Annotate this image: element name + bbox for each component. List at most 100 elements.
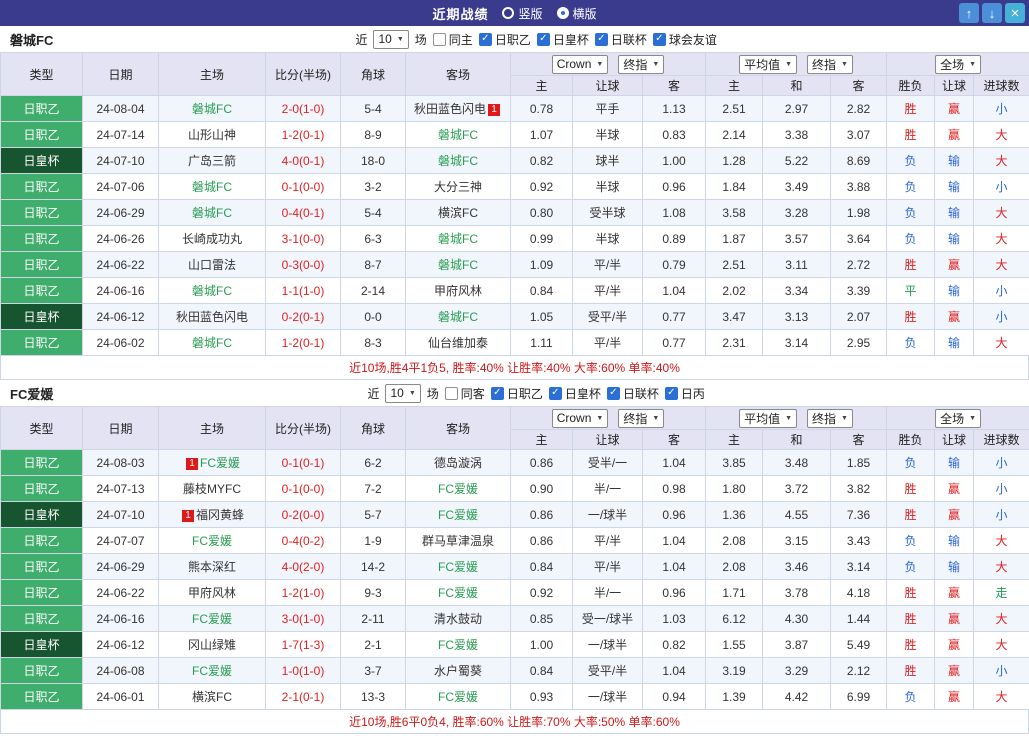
match-row: 日职乙24-08-031FC爱媛0-1(0-1)6-2德岛漩涡0.86受半/一1… xyxy=(1,450,1029,476)
result-goals-cell: 小 xyxy=(974,502,1029,528)
corner-cell: 6-3 xyxy=(341,226,406,252)
odds-source-select[interactable]: Crown▼ xyxy=(552,55,609,74)
result-outcome-cell: 胜 xyxy=(887,252,935,278)
avg-time-select-value: 终指 xyxy=(812,56,836,73)
odds-handicap-cell: 受半球 xyxy=(573,200,643,226)
avg-home-cell: 1.80 xyxy=(706,476,763,502)
competition-filter[interactable]: ✓日皇杯 xyxy=(549,385,601,402)
scroll-down-button[interactable]: ↓ xyxy=(982,3,1002,23)
competition-filter[interactable]: ✓日职乙 xyxy=(479,31,531,48)
match-count-select[interactable]: 10▼ xyxy=(373,30,408,49)
corner-cell: 8-9 xyxy=(341,122,406,148)
odds-handicap-cell: 平/半 xyxy=(573,252,643,278)
corner-cell: 5-7 xyxy=(341,502,406,528)
same-venue-checkbox[interactable] xyxy=(445,387,458,400)
competition-checkbox[interactable]: ✓ xyxy=(479,33,492,46)
competition-checkbox[interactable]: ✓ xyxy=(491,387,504,400)
competition-checkbox[interactable]: ✓ xyxy=(653,33,666,46)
check-icon: ✓ xyxy=(481,34,489,44)
odds-header-group: Crown▼ 终指▼ xyxy=(511,407,706,430)
result-handicap-cell: 输 xyxy=(935,174,974,200)
same-venue-filter[interactable]: 同主 xyxy=(433,31,473,48)
result-handicap-cell: 输 xyxy=(935,450,974,476)
competition-filter[interactable]: ✓球会友谊 xyxy=(653,31,717,48)
column-subheader: 客 xyxy=(643,76,706,96)
league-cell: 日职乙 xyxy=(1,278,83,304)
home-team-cell: 长崎成功丸 xyxy=(159,226,266,252)
column-header: 主场 xyxy=(159,53,266,96)
away-team-name: 横滨FC xyxy=(438,206,478,220)
avg-source-select[interactable]: 平均值▼ xyxy=(739,55,797,74)
near-label: 近 xyxy=(355,31,367,48)
check-icon: ✓ xyxy=(655,34,663,44)
result-handicap-cell: 输 xyxy=(935,330,974,356)
close-button[interactable]: × xyxy=(1005,3,1025,23)
competition-filter[interactable]: ✓日联杯 xyxy=(607,385,659,402)
column-header: 客场 xyxy=(406,407,511,450)
competition-label: 日皇杯 xyxy=(565,385,601,402)
competition-checkbox[interactable]: ✓ xyxy=(595,33,608,46)
match-count-select-value: 10 xyxy=(390,386,403,400)
avg-home-cell: 3.19 xyxy=(706,658,763,684)
result-handicap-cell: 赢 xyxy=(935,252,974,278)
same-venue-label: 同主 xyxy=(449,31,473,48)
layout-horizontal-radio[interactable]: 横版 xyxy=(557,5,597,22)
scope-select[interactable]: 全场▼ xyxy=(935,409,981,428)
score-cell: 1-0(1-0) xyxy=(266,658,341,684)
column-subheader: 主 xyxy=(511,76,573,96)
same-venue-checkbox[interactable] xyxy=(433,33,446,46)
date-cell: 24-08-03 xyxy=(83,450,159,476)
avg-header-group: 平均值▼ 终指▼ xyxy=(706,53,887,76)
scroll-up-button[interactable]: ↑ xyxy=(959,3,979,23)
date-cell: 24-07-06 xyxy=(83,174,159,200)
avg-time-select[interactable]: 终指▼ xyxy=(807,55,853,74)
competition-checkbox[interactable]: ✓ xyxy=(537,33,550,46)
result-handicap-cell: 赢 xyxy=(935,606,974,632)
column-header: 类型 xyxy=(1,407,83,450)
match-count-select[interactable]: 10▼ xyxy=(385,384,420,403)
competition-checkbox[interactable]: ✓ xyxy=(549,387,562,400)
odds-away-cell: 1.00 xyxy=(643,148,706,174)
odds-away-cell: 0.96 xyxy=(643,580,706,606)
check-icon: ✓ xyxy=(493,388,501,398)
result-handicap-cell: 输 xyxy=(935,226,974,252)
window-controls: ↑ ↓ × xyxy=(959,3,1025,23)
date-cell: 24-06-29 xyxy=(83,200,159,226)
match-row: 日职乙24-06-22山口雷法0-3(0-0)8-7磐城FC1.09平/半0.7… xyxy=(1,252,1029,278)
odds-handicap-cell: 一/球半 xyxy=(573,502,643,528)
competition-checkbox[interactable]: ✓ xyxy=(607,387,620,400)
match-row: 日皇杯24-07-101福冈黄蜂0-2(0-0)5-7FC爱媛0.86一/球半0… xyxy=(1,502,1029,528)
avg-home-cell: 1.55 xyxy=(706,632,763,658)
titlebar: 近期战绩 竖版 横版 ↑ ↓ × xyxy=(0,0,1029,26)
home-team-cell: 藤枝MYFC xyxy=(159,476,266,502)
competition-filter[interactable]: ✓日联杯 xyxy=(595,31,647,48)
odds-time-select[interactable]: 终指▼ xyxy=(618,409,664,428)
competition-filter[interactable]: ✓日职乙 xyxy=(491,385,543,402)
odds-handicap-cell: 平/半 xyxy=(573,330,643,356)
results-table: 类型日期主场比分(半场)角球客场Crown▼终指▼平均值▼终指▼全场▼主让球客主… xyxy=(0,406,1029,710)
score-cell: 2-1(0-1) xyxy=(266,684,341,710)
competition-filter[interactable]: ✓日皇杯 xyxy=(537,31,589,48)
same-venue-filter[interactable]: 同客 xyxy=(445,385,485,402)
odds-away-cell: 0.82 xyxy=(643,632,706,658)
column-subheader: 让球 xyxy=(935,76,974,96)
result-outcome-cell: 负 xyxy=(887,450,935,476)
away-team-cell: 磐城FC xyxy=(406,122,511,148)
scope-select[interactable]: 全场▼ xyxy=(935,55,981,74)
results-table: 类型日期主场比分(半场)角球客场Crown▼终指▼平均值▼终指▼全场▼主让球客主… xyxy=(0,52,1029,356)
avg-draw-cell: 5.22 xyxy=(763,148,831,174)
avg-time-select[interactable]: 终指▼ xyxy=(807,409,853,428)
avg-source-select[interactable]: 平均值▼ xyxy=(739,409,797,428)
away-team-name: 大分三神 xyxy=(434,180,482,194)
corner-cell: 18-0 xyxy=(341,148,406,174)
home-team-name: 长崎成功丸 xyxy=(182,232,242,246)
layout-vertical-radio[interactable]: 竖版 xyxy=(502,5,542,22)
odds-time-select[interactable]: 终指▼ xyxy=(618,55,664,74)
score-cell: 4-0(2-0) xyxy=(266,554,341,580)
odds-away-cell: 0.77 xyxy=(643,330,706,356)
result-handicap-cell: 赢 xyxy=(935,96,974,122)
odds-source-select[interactable]: Crown▼ xyxy=(552,409,609,428)
competition-filter[interactable]: ✓日丙 xyxy=(665,385,705,402)
competition-checkbox[interactable]: ✓ xyxy=(665,387,678,400)
away-team-cell: 群马草津温泉 xyxy=(406,528,511,554)
